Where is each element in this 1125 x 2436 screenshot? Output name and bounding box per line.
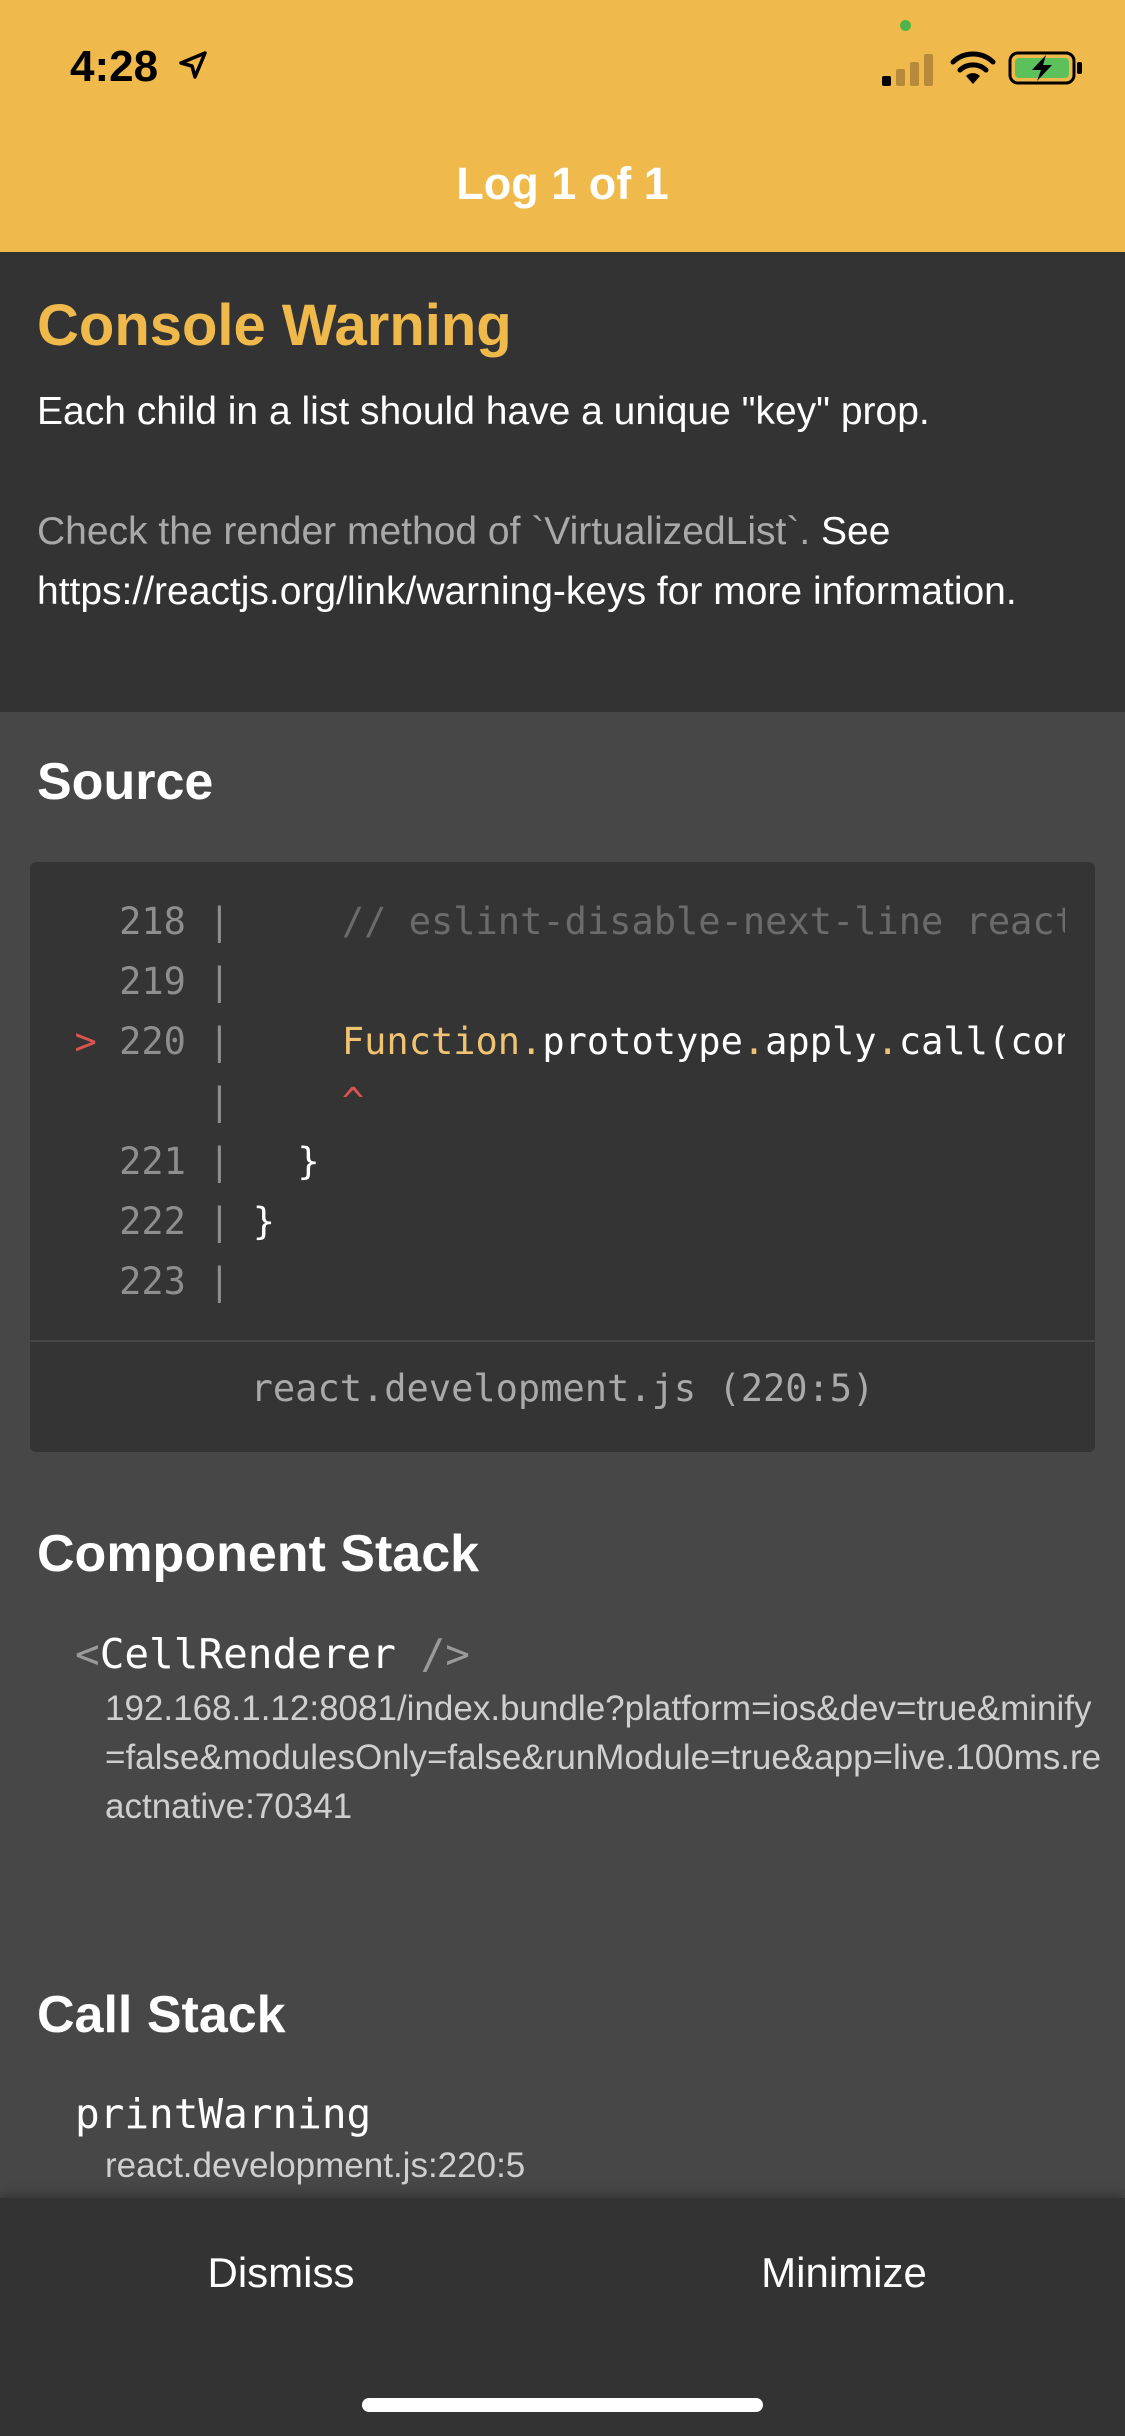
code-token: // eslint-disable-next-line react-intern…: [341, 900, 1065, 943]
code-token: }: [252, 1200, 276, 1243]
code-line-marker: [30, 1260, 119, 1303]
code-token: .: [876, 1020, 899, 1063]
home-indicator[interactable]: [362, 2398, 763, 2412]
header: 4:28 Log 1 of 1: [0, 0, 1125, 252]
code-token: apply: [765, 1020, 877, 1063]
code-divider: [30, 1340, 1095, 1342]
warning-detail: Check the render method of `VirtualizedL…: [37, 502, 1097, 622]
code-frame[interactable]: 218 | // eslint-disable-next-line react-…: [30, 862, 1095, 1452]
status-bar: 4:28: [0, 0, 1125, 140]
code-line: 219 |: [30, 952, 1065, 1012]
code-line-number: 220 |: [119, 1020, 253, 1063]
code-line-number: 223 |: [119, 1260, 253, 1303]
code-line-marker: [30, 1080, 119, 1123]
code-line-number: 218 |: [119, 900, 253, 943]
warning-message: Each child in a list should have a uniqu…: [37, 390, 930, 433]
code-line: 221 | }: [30, 1132, 1065, 1192]
call-frame-location: react.development.js:220:5: [105, 2146, 526, 2185]
code-line-number: 219 |: [119, 960, 253, 1003]
component-frame-name[interactable]: <CellRenderer />: [75, 1630, 470, 1678]
code-token: ^: [341, 1080, 365, 1123]
battery-charging-icon: [1008, 51, 1082, 85]
call-frame-name[interactable]: printWarning: [75, 2090, 371, 2138]
code-line: 222 | }: [30, 1192, 1065, 1252]
code-lines: 218 | // eslint-disable-next-line react-…: [30, 892, 1065, 1312]
code-line: > 220 | Function.prototype.apply.call(co…: [30, 1012, 1065, 1072]
code-line-marker: [30, 900, 119, 943]
code-token: .: [742, 1020, 766, 1063]
code-line: 223 |: [30, 1252, 1065, 1312]
code-token: call(console[level], console, argsWithFo…: [898, 1020, 1065, 1063]
status-time: 4:28: [70, 42, 159, 91]
code-line-number: |: [119, 1080, 253, 1123]
code-line-marker: [30, 960, 119, 1003]
dismiss-button[interactable]: Dismiss: [0, 2198, 562, 2348]
cellular-signal-icon: [882, 54, 933, 86]
privacy-indicator-dot: [900, 20, 911, 31]
code-line-number: 221 |: [119, 1140, 253, 1183]
warning-box: Console Warning Each child in a list sho…: [0, 252, 1125, 712]
log-counter-title: Log 1 of 1: [456, 158, 669, 209]
component-stack-heading: Component Stack: [37, 1525, 480, 1583]
warning-type-title: Console Warning: [37, 293, 512, 358]
code-line-marker: >: [30, 1020, 120, 1063]
warning-detail-muted: Check the render method of `VirtualizedL…: [37, 510, 811, 553]
code-token: .: [520, 1020, 543, 1063]
code-line: | ^: [30, 1072, 1065, 1132]
code-token: prototype: [542, 1020, 743, 1063]
code-line-number: 222 |: [119, 1200, 253, 1243]
component-frame-location: 192.168.1.12:8081/index.bundle?platform=…: [105, 1689, 1102, 1826]
source-heading: Source: [37, 753, 214, 811]
code-file-location: react.development.js (220:5): [250, 1367, 875, 1410]
wifi-icon: [950, 51, 996, 84]
location-arrow-icon: [179, 51, 207, 79]
minimize-button[interactable]: Minimize: [563, 2198, 1125, 2348]
code-token: Function: [341, 1020, 521, 1063]
code-line: 218 | // eslint-disable-next-line react-…: [30, 892, 1065, 952]
call-stack-heading: Call Stack: [37, 1986, 286, 2044]
code-token: }: [252, 1140, 320, 1183]
code-line-marker: [30, 1140, 119, 1183]
code-line-marker: [30, 1200, 119, 1243]
